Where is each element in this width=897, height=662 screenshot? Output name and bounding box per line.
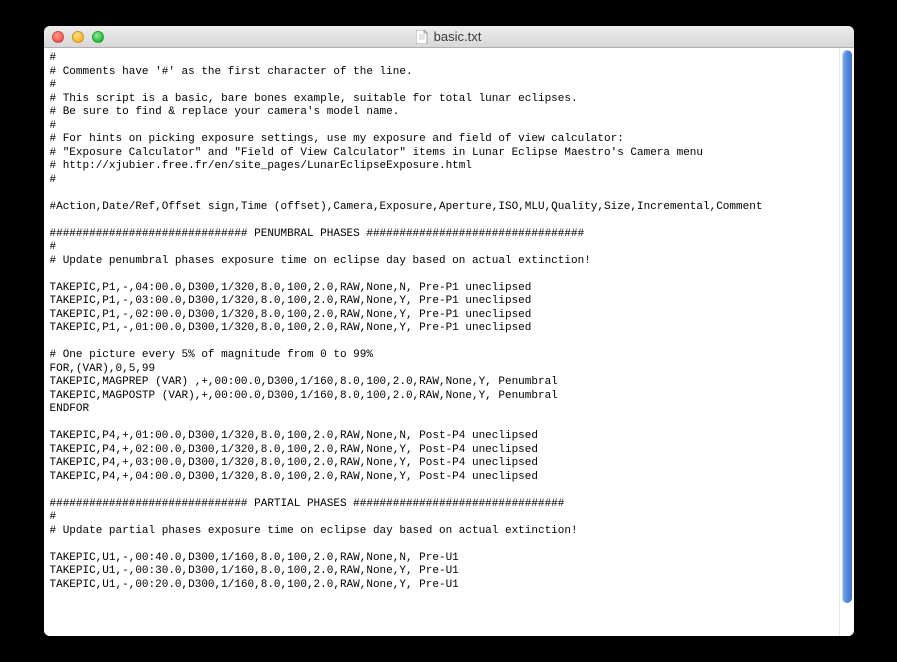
minimize-button[interactable]: [72, 31, 84, 43]
zoom-button[interactable]: [92, 31, 104, 43]
content-area: # # Comments have '#' as the first chara…: [44, 48, 854, 636]
title-wrap: basic.txt: [52, 29, 846, 44]
close-button[interactable]: [52, 31, 64, 43]
text-editor-window: basic.txt # # Comments have '#' as the f…: [44, 26, 854, 636]
scrollbar[interactable]: [839, 48, 854, 636]
scroll-thumb[interactable]: [842, 50, 852, 603]
window-title: basic.txt: [434, 29, 482, 44]
titlebar[interactable]: basic.txt: [44, 26, 854, 48]
traffic-lights: [52, 31, 104, 43]
document-icon: [416, 30, 428, 44]
text-content[interactable]: # # Comments have '#' as the first chara…: [44, 48, 839, 636]
